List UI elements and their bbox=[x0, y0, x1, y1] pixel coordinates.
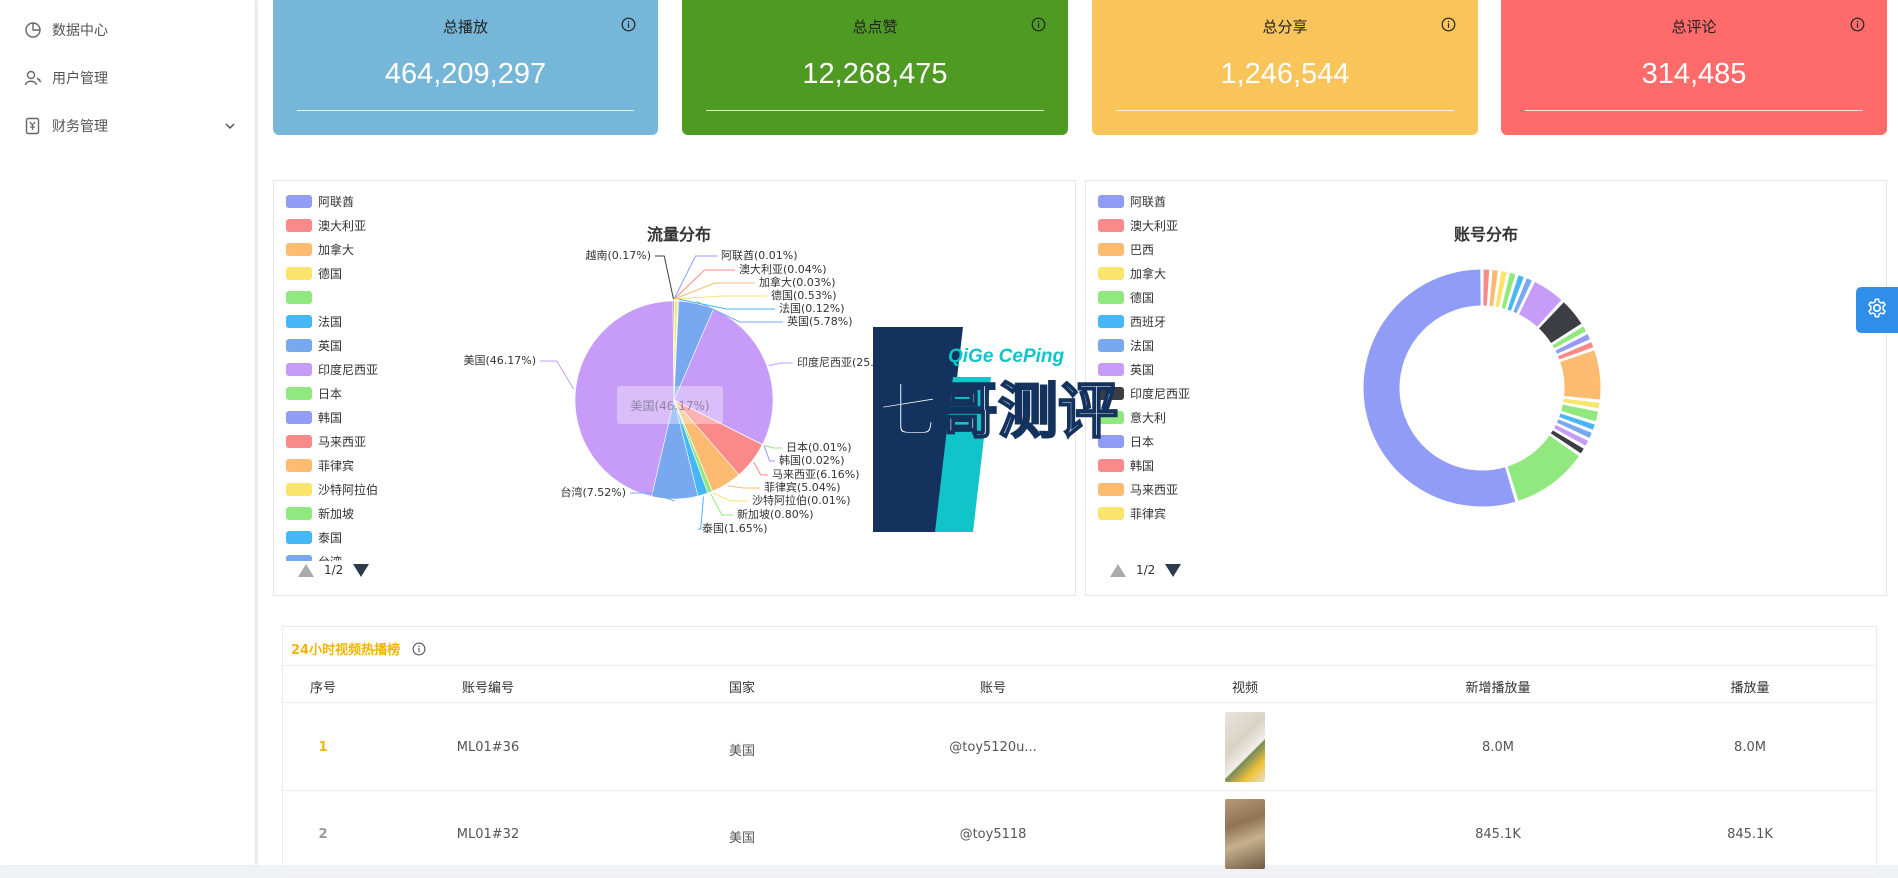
chevron-down-icon[interactable] bbox=[224, 120, 236, 132]
stat-value: 314,485 bbox=[1501, 58, 1887, 91]
plays-cell: 8.0M bbox=[1734, 740, 1766, 755]
pie-leader-line bbox=[764, 445, 782, 448]
stat-card-total-comments: 总评论 314,485 bbox=[1501, 0, 1887, 135]
settings-button[interactable] bbox=[1856, 287, 1898, 333]
pie-label: 澳大利亚(0.04%) bbox=[739, 262, 827, 276]
new-plays-cell: 845.1K bbox=[1475, 827, 1521, 842]
hot-videos-table: 24小时视频热播榜 序号 账号编号 国家 账号 视频 新增播放量 播放量 1 M… bbox=[282, 626, 1877, 865]
pie-label: 马来西亚(6.16%) bbox=[772, 468, 860, 481]
sidebar: 数据中心 用户管理 财务管理 bbox=[0, 0, 256, 865]
info-icon[interactable] bbox=[412, 642, 426, 656]
stat-value: 1,246,544 bbox=[1092, 58, 1478, 91]
stat-title: 总播放 bbox=[273, 16, 658, 37]
info-icon[interactable] bbox=[621, 17, 636, 32]
table-title-text: 24小时视频热播榜 bbox=[291, 639, 400, 658]
column-header[interactable]: 序号 bbox=[310, 677, 336, 696]
pie-label: 印度尼西亚(25. bbox=[797, 355, 874, 369]
pie-label: 加拿大(0.03%) bbox=[759, 275, 836, 289]
account-distribution-panel: 阿联酋澳大利亚巴西加拿大德国西班牙法国英国印度尼西亚意大利日本韩国马来西亚菲律宾… bbox=[1085, 180, 1887, 596]
account-cell[interactable]: @toy5120u... bbox=[949, 740, 1036, 755]
stat-title: 总评论 bbox=[1501, 16, 1887, 37]
column-header[interactable]: 视频 bbox=[1232, 677, 1258, 696]
video-thumbnail[interactable] bbox=[1225, 799, 1265, 869]
stat-card-total-shares: 总分享 1,246,544 bbox=[1092, 0, 1478, 135]
table-row[interactable]: 1 ML01#36 美国 @toy5120u... 8.0M 8.0M bbox=[283, 704, 1876, 791]
pie-label: 日本(0.01%) bbox=[786, 440, 852, 454]
sidebar-item-data-center[interactable]: 数据中心 bbox=[0, 10, 256, 50]
finance-icon bbox=[24, 117, 42, 135]
pie-leader-line bbox=[769, 363, 793, 366]
country-cell: 美国 bbox=[729, 740, 755, 759]
account-donut-chart[interactable] bbox=[1086, 181, 1886, 597]
pie-label: 美国(46.17%) bbox=[463, 354, 536, 367]
pie-label: 英国(5.78%) bbox=[787, 314, 853, 328]
column-header[interactable]: 国家 bbox=[729, 677, 755, 696]
stat-card-total-likes: 总点赞 12,268,475 bbox=[682, 0, 1068, 135]
info-icon[interactable] bbox=[1031, 17, 1046, 32]
sidebar-item-label: 数据中心 bbox=[52, 20, 108, 40]
pie-leader-line bbox=[540, 361, 574, 389]
pie-label: 法国(0.12%) bbox=[779, 301, 845, 315]
donut-segment[interactable] bbox=[1483, 269, 1490, 306]
column-header[interactable]: 账号编号 bbox=[462, 677, 514, 696]
info-icon[interactable] bbox=[1850, 17, 1865, 32]
pie-label: 台湾(7.52%) bbox=[560, 485, 626, 499]
account-cell[interactable]: @toy5118 bbox=[960, 827, 1027, 842]
pie-label: 越南(0.17%) bbox=[585, 248, 651, 262]
sidebar-item-user-management[interactable]: 用户管理 bbox=[0, 58, 256, 98]
rank-cell: 2 bbox=[318, 827, 327, 842]
sidebar-item-finance[interactable]: 财务管理 bbox=[0, 106, 256, 146]
watermark-chinese-text: 七哥测评 bbox=[878, 377, 1118, 447]
stat-value: 12,268,475 bbox=[682, 58, 1068, 91]
gear-icon bbox=[1866, 297, 1888, 323]
divider bbox=[297, 110, 634, 111]
sidebar-item-label: 财务管理 bbox=[52, 116, 108, 136]
column-header[interactable]: 新增播放量 bbox=[1465, 677, 1530, 696]
country-cell: 美国 bbox=[729, 827, 755, 846]
stat-value: 464,209,297 bbox=[273, 58, 658, 91]
account-id-cell: ML01#36 bbox=[457, 740, 519, 755]
watermark-logo: QiGe CePing 七哥测评 bbox=[873, 327, 1151, 532]
pie-leader-line bbox=[713, 493, 748, 501]
video-thumbnail[interactable] bbox=[1225, 712, 1265, 782]
pie-leader-line bbox=[655, 256, 673, 299]
user-key-icon bbox=[24, 69, 42, 87]
rank-cell: 1 bbox=[318, 740, 327, 755]
divider bbox=[706, 110, 1044, 111]
info-icon[interactable] bbox=[1441, 17, 1456, 32]
pie-leader-line bbox=[674, 270, 735, 299]
pie-label: 阿联酋(0.01%) bbox=[721, 248, 798, 262]
pie-label: 德国(0.53%) bbox=[771, 288, 837, 302]
pie-label: 泰国(1.65%) bbox=[702, 521, 768, 535]
pie-leader-line bbox=[727, 486, 760, 488]
column-header[interactable]: 账号 bbox=[980, 677, 1006, 696]
pie-label: 新加坡(0.80%) bbox=[737, 507, 814, 521]
plays-cell: 845.1K bbox=[1727, 827, 1773, 842]
stat-card-total-plays: 总播放 464,209,297 bbox=[273, 0, 658, 135]
table-header: 序号 账号编号 国家 账号 视频 新增播放量 播放量 bbox=[283, 665, 1876, 703]
sidebar-item-label: 用户管理 bbox=[52, 68, 108, 88]
pie-label: 韩国(0.02%) bbox=[779, 453, 845, 467]
pie-leader-line bbox=[676, 296, 767, 299]
divider bbox=[1116, 110, 1454, 111]
column-header[interactable]: 播放量 bbox=[1730, 677, 1769, 696]
table-title: 24小时视频热播榜 bbox=[291, 639, 426, 658]
chart-tooltip-text: 美国(46.17%) bbox=[630, 399, 709, 413]
pie-leader-line bbox=[754, 462, 768, 475]
pie-label: 沙特阿拉伯(0.01%) bbox=[752, 493, 851, 507]
stat-title: 总分享 bbox=[1092, 16, 1478, 37]
divider bbox=[1525, 110, 1863, 111]
new-plays-cell: 8.0M bbox=[1482, 740, 1514, 755]
stat-title: 总点赞 bbox=[682, 16, 1068, 37]
pie-label: 菲律宾(5.04%) bbox=[764, 480, 841, 494]
account-id-cell: ML01#32 bbox=[457, 827, 519, 842]
watermark-latin-text: QiGe CePing bbox=[948, 346, 1065, 367]
pie-chart-icon bbox=[24, 21, 42, 39]
